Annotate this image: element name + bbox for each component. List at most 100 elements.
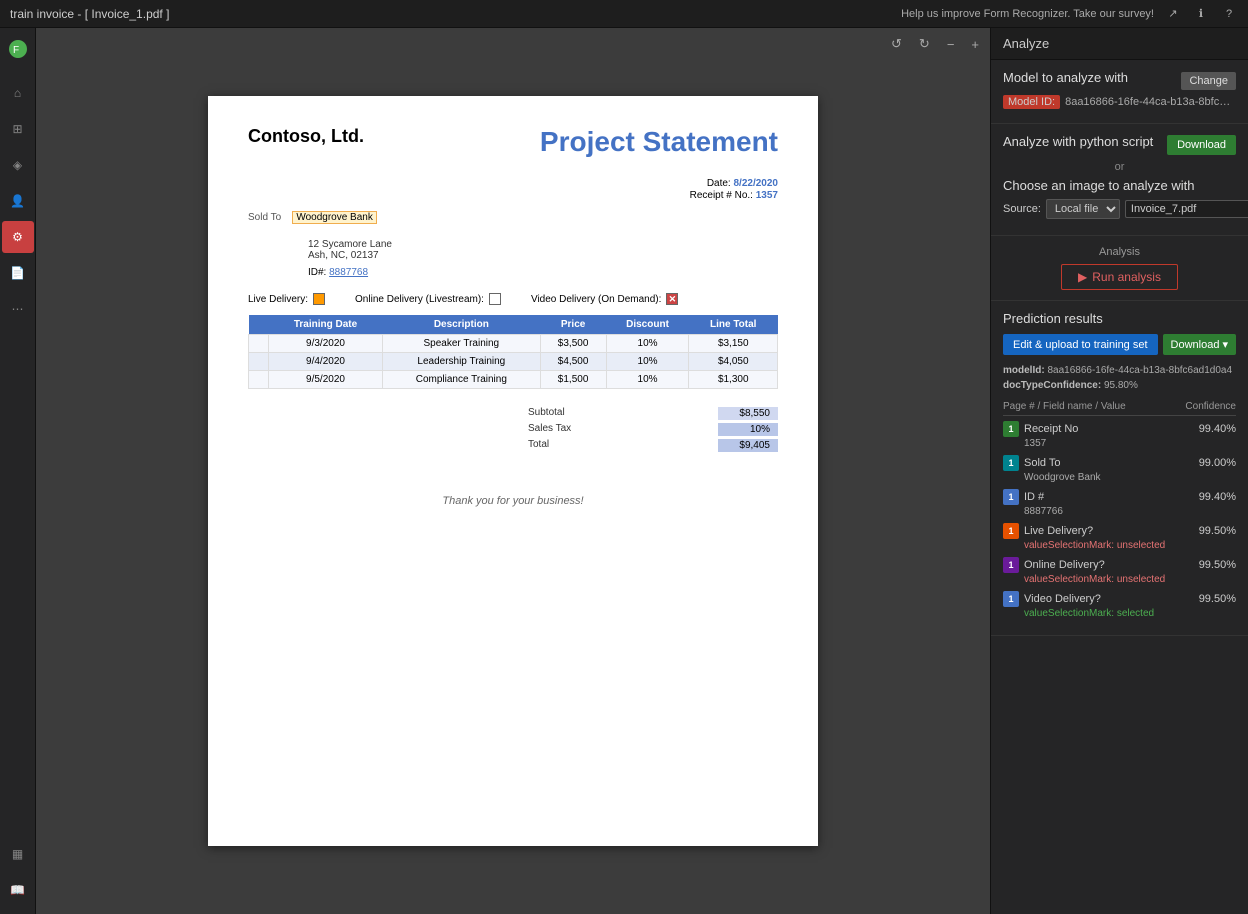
- sidebar-item-grid[interactable]: ▦: [2, 838, 34, 870]
- main-layout: F ⌂ ⊞ ◈ 👤 ⚙ 📄 ⋯ ▦ 📖 ↺ ↻ − + Contoso, Ltd…: [0, 28, 1248, 914]
- result-confidence: 99.50%: [1199, 525, 1236, 537]
- sidebar-item-layout[interactable]: ⊞: [2, 113, 34, 145]
- analysis-section: Analysis ▶ Run analysis: [991, 236, 1248, 301]
- sidebar-item-tag[interactable]: ◈: [2, 149, 34, 181]
- receipt-line: Receipt # No.: 1357: [248, 190, 778, 201]
- page-badge: 1: [1003, 523, 1019, 539]
- result-field: Online Delivery?: [1024, 559, 1194, 571]
- improve-text: Help us improve Form Recognizer. Take ou…: [901, 8, 1154, 20]
- result-confidence: 99.40%: [1199, 423, 1236, 435]
- result-value: valueSelectionMark: unselected: [1003, 540, 1236, 551]
- download-dd-button[interactable]: Download ▾: [1163, 334, 1236, 355]
- result-value: valueSelectionMark: unselected: [1003, 574, 1236, 585]
- source-select[interactable]: Local file: [1046, 199, 1120, 219]
- prediction-section: Prediction results Edit & upload to trai…: [991, 301, 1248, 636]
- svg-text:F: F: [13, 45, 19, 56]
- model-id-value: 8aa16866-16fe-44ca-b13a-8bfc6a...: [1065, 96, 1236, 108]
- model-id-row: Model ID: 8aa16866-16fe-44ca-b13a-8bfc6a…: [1003, 95, 1236, 109]
- result-row: 1 Live Delivery? 99.50%: [1003, 523, 1236, 539]
- or-divider: or: [1003, 161, 1236, 173]
- result-field: ID #: [1024, 491, 1194, 503]
- result-confidence: 99.50%: [1199, 593, 1236, 605]
- pred-btn-row: Edit & upload to training set Download ▾: [1003, 334, 1236, 355]
- live-delivery-box: [313, 293, 325, 305]
- sidebar-item-settings[interactable]: ⚙: [2, 221, 34, 253]
- rotate-left-btn[interactable]: ↺: [885, 33, 908, 55]
- run-icon: ▶: [1078, 270, 1087, 284]
- result-item: 1 Sold To 99.00% Woodgrove Bank: [1003, 455, 1236, 483]
- info-icon[interactable]: ℹ: [1192, 5, 1210, 23]
- topbar: train invoice - [ Invoice_1.pdf ] Help u…: [0, 0, 1248, 28]
- sidebar-bottom: ▦ 📖: [2, 838, 34, 914]
- python-section: Analyze with python script Download or C…: [991, 124, 1248, 236]
- table-row: 9/4/2020Leadership Training$4,50010%$4,0…: [249, 353, 778, 371]
- prediction-header: Prediction results: [1003, 311, 1236, 326]
- run-label: Run analysis: [1092, 270, 1161, 284]
- sidebar-item-book[interactable]: 📖: [2, 874, 34, 906]
- sidebar-item-file[interactable]: 📄: [2, 257, 34, 289]
- sold-to-section: Sold To Woodgrove Bank: [248, 211, 778, 224]
- right-panel: Analyze Model to analyze with Change Mod…: [990, 28, 1248, 914]
- result-value: 8887766: [1003, 506, 1236, 517]
- subtotal-row: Subtotal $8,550: [528, 407, 778, 420]
- invoice-document: Contoso, Ltd. Project Statement Date: 8/…: [208, 96, 818, 846]
- result-item: 1 ID # 99.40% 8887766: [1003, 489, 1236, 517]
- sold-to-value: Woodgrove Bank: [292, 211, 377, 224]
- results-container: 1 Receipt No 99.40% 1357 1 Sold To 99.00…: [1003, 421, 1236, 619]
- sidebar-item-connection[interactable]: ⋯: [2, 293, 34, 325]
- result-field: Sold To: [1024, 457, 1194, 469]
- result-value: valueSelectionMark: selected: [1003, 608, 1236, 619]
- document-viewer: ↺ ↻ − + Contoso, Ltd. Project Statement …: [36, 28, 990, 914]
- app-logo: F: [2, 33, 34, 65]
- confidence-header: Page # / Field name / Value Confidence: [1003, 401, 1236, 416]
- download-script-button[interactable]: Download: [1167, 135, 1236, 155]
- download-label: Download: [1171, 339, 1220, 351]
- checkboxes: Live Delivery: Online Delivery (Livestre…: [248, 293, 778, 305]
- result-row: 1 Video Delivery? 99.50%: [1003, 591, 1236, 607]
- doc-header: Contoso, Ltd. Project Statement: [248, 126, 778, 158]
- invoice-table: Training Date Description Price Discount…: [248, 315, 778, 389]
- result-item: 1 Online Delivery? 99.50% valueSelection…: [1003, 557, 1236, 585]
- rotate-right-btn[interactable]: ↻: [913, 33, 936, 55]
- edit-upload-button[interactable]: Edit & upload to training set: [1003, 334, 1158, 355]
- total-row: Total $9,405: [528, 439, 778, 452]
- model-id-label: Model ID:: [1003, 95, 1060, 109]
- doc-id: ID#: 8887768: [308, 267, 778, 278]
- sidebar: F ⌂ ⊞ ◈ 👤 ⚙ 📄 ⋯ ▦ 📖: [0, 28, 36, 914]
- model-section: Model to analyze with Change Model ID: 8…: [991, 60, 1248, 124]
- result-field: Live Delivery?: [1024, 525, 1194, 537]
- dropdown-arrow-icon: ▾: [1222, 338, 1228, 351]
- page-badge: 1: [1003, 421, 1019, 437]
- choose-image-title: Choose an image to analyze with: [1003, 178, 1236, 193]
- video-delivery-box: ✕: [666, 293, 678, 305]
- zoom-out-btn[interactable]: −: [941, 33, 961, 55]
- result-confidence: 99.00%: [1199, 457, 1236, 469]
- tax-row: Sales Tax 10%: [528, 423, 778, 436]
- company-name: Contoso, Ltd.: [248, 126, 364, 147]
- viewer-toolbar: ↺ ↻ − +: [885, 33, 985, 55]
- address: 12 Sycamore Lane Ash, NC, 02137: [308, 239, 778, 261]
- result-row: 1 Sold To 99.00%: [1003, 455, 1236, 471]
- result-item: 1 Video Delivery? 99.50% valueSelectionM…: [1003, 591, 1236, 619]
- totals-section: Subtotal $8,550 Sales Tax 10% Total $9,4…: [248, 404, 778, 475]
- result-item: 1 Receipt No 99.40% 1357: [1003, 421, 1236, 449]
- analysis-label: Analysis: [1003, 246, 1236, 258]
- sidebar-item-home[interactable]: ⌂: [2, 77, 34, 109]
- result-row: 1 ID # 99.40%: [1003, 489, 1236, 505]
- page-badge: 1: [1003, 455, 1019, 471]
- pred-meta: modelId: 8aa16866-16fe-44ca-b13a-8bfc6ad…: [1003, 363, 1236, 393]
- zoom-in-btn[interactable]: +: [965, 33, 985, 55]
- video-delivery-checkbox: Video Delivery (On Demand): ✕: [531, 293, 678, 305]
- help-icon[interactable]: ?: [1220, 5, 1238, 23]
- online-delivery-box: [489, 293, 501, 305]
- sidebar-item-person[interactable]: 👤: [2, 185, 34, 217]
- date-line: Date: 8/22/2020: [248, 178, 778, 189]
- run-analysis-button[interactable]: ▶ Run analysis: [1061, 264, 1178, 290]
- external-link-icon[interactable]: ↗: [1164, 5, 1182, 23]
- page-badge: 1: [1003, 557, 1019, 573]
- page-badge: 1: [1003, 591, 1019, 607]
- result-value: 1357: [1003, 438, 1236, 449]
- change-button[interactable]: Change: [1181, 72, 1236, 90]
- file-input[interactable]: [1125, 200, 1248, 218]
- topbar-right: Help us improve Form Recognizer. Take ou…: [901, 5, 1238, 23]
